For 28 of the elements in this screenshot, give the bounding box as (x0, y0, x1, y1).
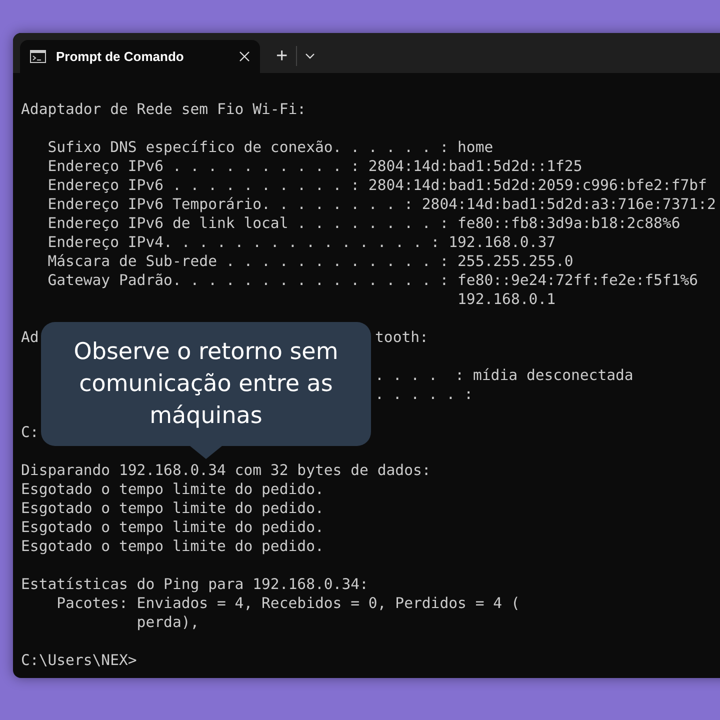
terminal-line: Ad (21, 328, 39, 347)
terminal-line: . . . . . : (375, 385, 473, 404)
terminal-line: Esgotado o tempo limite do pedido. (21, 518, 324, 537)
new-tab-button[interactable]: + (268, 46, 296, 66)
terminal-line: Endereço IPv6 Temporário. . . . . . . . : 2804:14d:bad1:5d2d:a3:716e:7371:2 (46, 195, 716, 214)
terminal-line: Pacotes: Enviados = 4, Recebidos = 0, Perdidos = 4 ( (56, 594, 520, 613)
terminal-line: Endereço IPv6 . . . . . . . . . . : 2804:14d:bad1:5d2d::1f25 (46, 157, 582, 176)
terminal-line: tooth: (375, 328, 428, 347)
tab[interactable]: Prompt de Comando (20, 40, 260, 73)
terminal-line: Endereço IPv4. . . . . . . . . . . . . . . : 192.168.0.37 (46, 233, 556, 252)
terminal-line: Disparando 192.168.0.34 com 32 bytes de dados: (21, 461, 431, 480)
terminal-line: . . . . : mídia desconectada (375, 366, 634, 385)
terminal-line: C:\Users\NEX> (21, 651, 137, 670)
terminal-line: perda), (136, 613, 200, 632)
terminal-line: 192.168.0.1 (456, 290, 556, 309)
terminal-line: Adaptador de Rede sem Fio Wi-Fi: (21, 100, 306, 119)
terminal-line: Endereço IPv6 . . . . . . . . . . : 2804:14d:bad1:5d2d:2059:c996:bfe2:f7bf (46, 176, 707, 195)
terminal-line: Estatísticas do Ping para 192.168.0.34: (21, 575, 368, 594)
terminal-line: Endereço IPv6 de link local . . . . . . . . : fe80::fb8:3d9a:b18:2c88%6 (46, 214, 680, 233)
terminal-line: Sufixo DNS específico de conexão. . . . . . : home (46, 138, 494, 157)
terminal-line: Máscara de Sub-rede . . . . . . . . . . . . : 255.255.255.0 (46, 252, 574, 271)
terminal-line: C: (21, 423, 39, 442)
callout: Observe o retorno sem comunicação entre as máquinas (41, 322, 371, 459)
terminal-line: Esgotado o tempo limite do pedido. (21, 537, 324, 556)
terminal-line: Gateway Padrão. . . . . . . . . . . . . . . : fe80::9e24:72ff:fe2e:f5f1%6 (46, 271, 698, 290)
terminal-line: Esgotado o tempo limite do pedido. (21, 499, 324, 518)
terminal-icon (30, 50, 46, 63)
terminal-line: Esgotado o tempo limite do pedido. (21, 480, 324, 499)
